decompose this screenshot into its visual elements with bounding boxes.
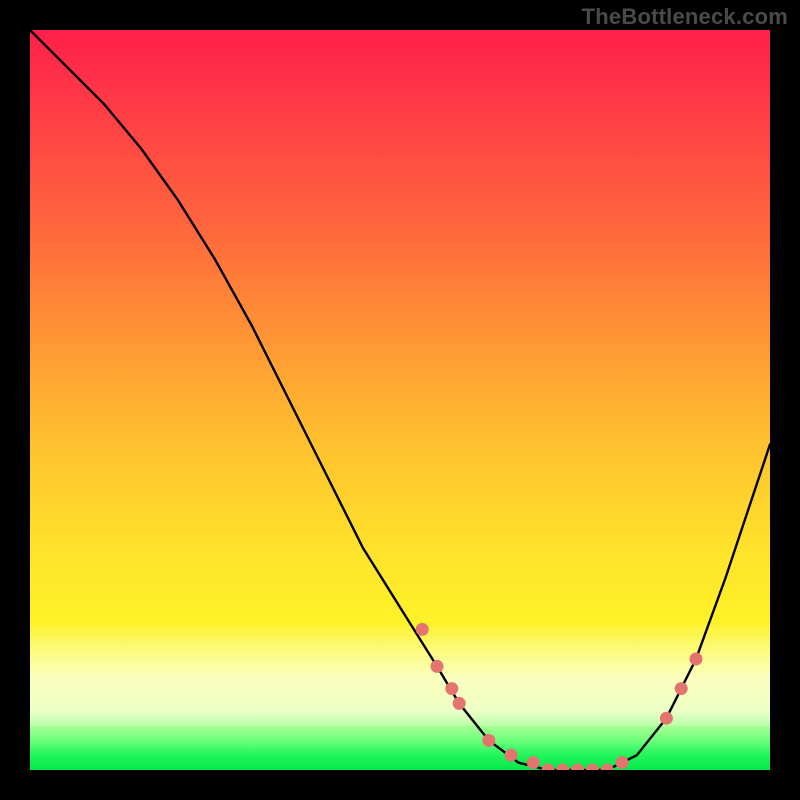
marker-dot	[601, 764, 614, 771]
marker-dot	[660, 712, 673, 725]
marker-dot	[571, 764, 584, 771]
plot-area	[30, 30, 770, 770]
marker-dot	[482, 734, 495, 747]
marker-dot	[556, 764, 569, 771]
marker-dot	[416, 623, 429, 636]
bottleneck-curve	[30, 30, 770, 770]
watermark-text: TheBottleneck.com	[582, 4, 788, 30]
marker-dot	[431, 660, 444, 673]
curve-svg	[30, 30, 770, 770]
marker-dot	[527, 756, 540, 769]
marker-dot	[505, 749, 518, 762]
chart-frame: TheBottleneck.com	[0, 0, 800, 800]
marker-dot	[453, 697, 466, 710]
marker-dot	[445, 682, 458, 695]
marker-dot	[675, 682, 688, 695]
marker-dot	[690, 653, 703, 666]
highlight-markers	[416, 623, 703, 770]
marker-dot	[586, 764, 599, 771]
marker-dot	[616, 756, 629, 769]
marker-dot	[542, 764, 555, 771]
